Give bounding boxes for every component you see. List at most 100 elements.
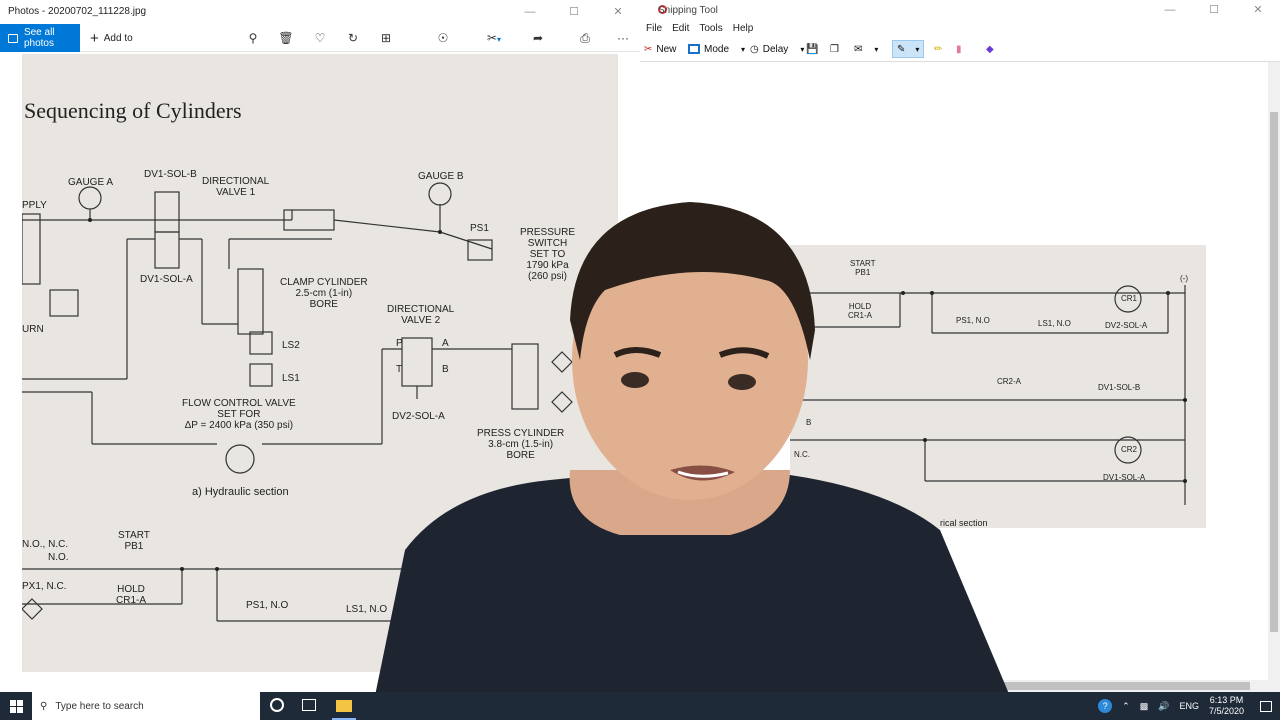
file-explorer-icon[interactable]	[332, 692, 356, 720]
save-icon[interactable]: 💾	[806, 40, 818, 58]
label-ls1: LS1	[282, 373, 300, 384]
task-view-icon[interactable]	[302, 699, 316, 711]
label-hold-cr1a: HOLD CR1-A	[116, 584, 147, 606]
eraser-icon[interactable]: ▮	[956, 40, 962, 58]
close-button[interactable]: ✕	[596, 0, 640, 24]
label-px1: PX1, N.C.	[22, 581, 67, 592]
new-snip-icon: ✂	[644, 43, 653, 55]
edit-create-icon[interactable]: ✂▾	[482, 30, 506, 46]
label-supply: PPLY	[22, 200, 47, 211]
new-label: New	[656, 43, 677, 55]
heart-icon[interactable]: ♡	[312, 30, 328, 46]
enhance-icon[interactable]: ☉	[435, 30, 451, 46]
label-clamp-cylinder: CLAMP CYLINDER 2.5-cm (1-in) BORE	[280, 277, 368, 310]
label-ls2: LS2	[282, 340, 300, 351]
search-icon: ⚲	[40, 700, 48, 712]
minimize-button[interactable]: —	[1148, 0, 1192, 20]
menu-help[interactable]: Help	[733, 23, 754, 34]
zoom-icon[interactable]: ⚲	[245, 30, 261, 46]
start-button[interactable]	[0, 692, 32, 720]
windows-icon	[9, 699, 23, 713]
close-button[interactable]: ✕	[1236, 0, 1280, 20]
label-no-nc: N.O., N.C.	[22, 539, 69, 550]
help-icon[interactable]: ?	[1098, 699, 1113, 713]
see-all-photos-button[interactable]: See all photos	[0, 24, 80, 52]
minimize-button[interactable]: —	[508, 0, 552, 24]
photos-toolbar: See all photos + Add to ⚲ 🗑 ♡ ↻ ⊞ ☉ ✂▾ ➦…	[0, 24, 640, 52]
label-press-cylinder: PRESS CYLINDER 3.8-cm (1.5-in) BORE	[477, 428, 565, 461]
delete-icon[interactable]: 🗑	[278, 30, 294, 46]
language-indicator[interactable]: ENG	[1179, 701, 1199, 711]
network-icon[interactable]: ▩	[1140, 701, 1149, 712]
label-ps1: PS1	[470, 223, 489, 234]
vertical-scrollbar[interactable]	[1268, 62, 1280, 692]
add-to-button[interactable]: + Add to	[90, 24, 133, 52]
snip-label-electrical-section: rical section	[940, 518, 988, 528]
rotate-icon[interactable]: ↻	[345, 30, 361, 46]
menu-tools[interactable]: Tools	[699, 23, 722, 34]
maximize-button[interactable]: ☐	[552, 0, 596, 24]
more-icon[interactable]: ···	[615, 30, 631, 46]
notifications-icon[interactable]	[1260, 700, 1272, 712]
new-snip-button[interactable]: ✂ New	[644, 40, 676, 58]
label-directional-valve-1: DIRECTIONAL VALVE 1	[202, 176, 270, 198]
horizontal-scrollbar[interactable]	[640, 680, 1268, 692]
pen-icon[interactable]: ✎ ▾	[892, 40, 925, 58]
clock-icon: ◷	[750, 43, 759, 55]
photos-titlebar: Photos - 20200702_111228.jpg — ☐ ✕	[0, 0, 640, 24]
print-icon[interactable]: ⎙	[577, 30, 593, 46]
copy-icon[interactable]: ❐	[830, 40, 839, 58]
volume-icon[interactable]: 🔊	[1158, 701, 1169, 712]
textbook-page: Sequencing of Cylinders GAUGE A DV1-SOL-…	[22, 54, 618, 672]
label-ls1-no: LS1, N.O	[346, 604, 388, 615]
snip-label-ps1-no: PS1, N.O	[956, 316, 990, 325]
snip-label-dv1-sol-b: DV1-SOL-B	[1098, 383, 1141, 392]
label-p: P	[396, 338, 403, 349]
maximize-button[interactable]: ☐	[1192, 0, 1236, 20]
label-dv2-sol-a: DV2-SOL-A	[392, 411, 445, 422]
delay-button[interactable]: ◷ Delay ▾	[750, 40, 804, 58]
plus-icon: +	[90, 29, 99, 47]
snipping-tool-window: Snipping Tool — ☐ ✕ File Edit Tools Help…	[640, 0, 1280, 692]
photos-icon	[8, 33, 18, 43]
mode-icon	[688, 44, 700, 54]
photo-viewer: Sequencing of Cylinders GAUGE A DV1-SOL-…	[0, 52, 640, 692]
snip-label-nc: N.C.	[794, 450, 810, 459]
snip-label-ls1-no: LS1, N.O	[1038, 319, 1071, 328]
menu-file[interactable]: File	[646, 23, 662, 34]
snipping-menubar: File Edit Tools Help	[640, 20, 1280, 36]
paint3d-icon[interactable]: ◆	[986, 40, 994, 58]
share-icon[interactable]: ➦	[530, 30, 546, 46]
taskbar-search[interactable]: ⚲ Type here to search	[32, 692, 260, 720]
label-no: N.O.	[48, 552, 69, 563]
snipping-titlebar: Snipping Tool — ☐ ✕	[640, 0, 1280, 20]
label-flow-control-valve: FLOW CONTROL VALVE SET FOR ΔP = 2400 kPa…	[182, 398, 296, 431]
snipping-title: Snipping Tool	[658, 5, 718, 16]
label-b: B	[442, 364, 449, 375]
highlighter-icon[interactable]: ✏	[934, 40, 942, 58]
snip-label-cr2a: CR2-A	[997, 377, 1022, 386]
send-icon[interactable]: ✉ ▾	[854, 40, 878, 58]
label-gauge-b: GAUGE B	[418, 171, 464, 182]
snip-label-dv1-sol-a: DV1-SOL-A	[1103, 473, 1146, 482]
search-placeholder: Type here to search	[55, 700, 144, 712]
crop-icon[interactable]: ⊞	[378, 30, 394, 46]
label-ps1-no: PS1, N.O	[246, 600, 289, 611]
photos-window: Photos - 20200702_111228.jpg — ☐ ✕ See a…	[0, 0, 640, 692]
mode-label: Mode	[704, 43, 730, 55]
clock[interactable]: 6:13 PM 7/5/2020	[1209, 695, 1244, 717]
hydraulic-diagram	[22, 182, 573, 622]
see-all-photos-label: See all photos	[23, 27, 55, 49]
label-a: A	[442, 338, 449, 349]
label-start-pb1: START PB1	[118, 530, 150, 552]
label-hydraulic-section: a) Hydraulic section	[192, 486, 289, 498]
label-pressure-switch: PRESSURE SWITCH SET TO 1790 kPa (260 psi…	[520, 227, 576, 282]
chevron-down-icon: ▾	[800, 44, 805, 54]
chevron-down-icon: ▾	[741, 44, 746, 54]
cortana-icon[interactable]	[270, 698, 284, 712]
taskbar: ⚲ Type here to search ? ⌃ ▩ 🔊 ENG 6:13 P…	[0, 692, 1280, 720]
chevron-up-icon[interactable]: ⌃	[1122, 701, 1130, 712]
mode-button[interactable]: Mode ▾	[688, 40, 745, 58]
menu-edit[interactable]: Edit	[672, 23, 689, 34]
snip-label-minus: (-)	[1180, 274, 1188, 283]
